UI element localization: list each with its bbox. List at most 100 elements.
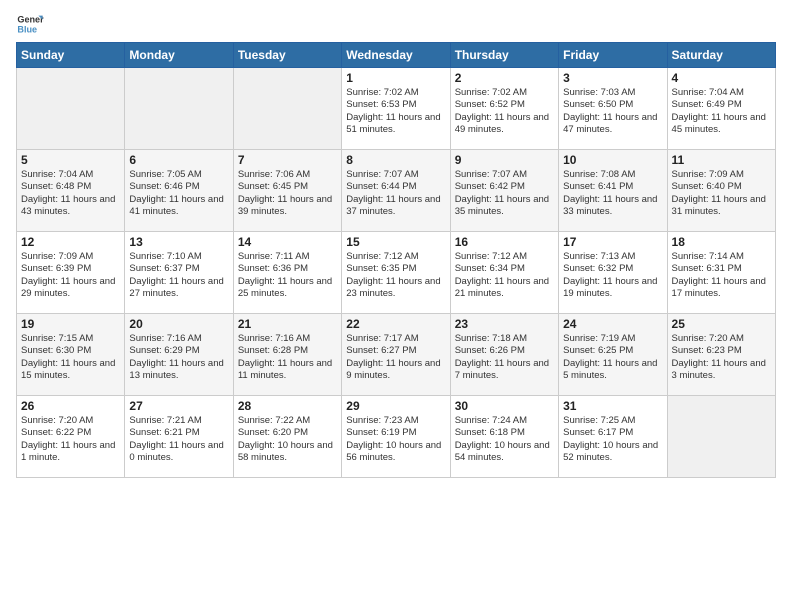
calendar-cell: 29Sunrise: 7:23 AM Sunset: 6:19 PM Dayli… (342, 396, 450, 478)
day-number: 1 (346, 71, 445, 85)
day-number: 27 (129, 399, 228, 413)
calendar-table: SundayMondayTuesdayWednesdayThursdayFrid… (16, 42, 776, 478)
day-number: 19 (21, 317, 120, 331)
calendar-header-friday: Friday (559, 43, 667, 68)
calendar-cell (233, 68, 341, 150)
day-info: Sunrise: 7:24 AM Sunset: 6:18 PM Dayligh… (455, 415, 554, 464)
page-container: General Blue SundayMondayTuesdayWednesda… (0, 0, 792, 486)
day-info: Sunrise: 7:02 AM Sunset: 6:52 PM Dayligh… (455, 87, 554, 136)
calendar-cell: 15 Sunrise: 7:12 AM Sunset: 6:35 PM Dayli… (342, 232, 450, 314)
logo-icon: General Blue (16, 10, 44, 38)
calendar-cell: 10Sunrise: 7:08 AM Sunset: 6:41 PM Dayli… (559, 150, 667, 232)
day-info: Sunrise: 7:05 AM Sunset: 6:46 PM Dayligh… (129, 169, 228, 218)
day-number: 25 (672, 317, 771, 331)
calendar-cell: 30 Sunrise: 7:24 AM Sunset: 6:18 PM Dayli… (450, 396, 558, 478)
calendar-cell: 6 Sunrise: 7:05 AM Sunset: 6:46 PM Daylig… (125, 150, 233, 232)
calendar-cell: 28Sunrise: 7:22 AM Sunset: 6:20 PM Dayli… (233, 396, 341, 478)
day-info: Sunrise: 7:04 AM Sunset: 6:49 PM Dayligh… (672, 87, 771, 136)
calendar-cell: 16Sunrise: 7:12 AM Sunset: 6:34 PM Dayli… (450, 232, 558, 314)
calendar-cell: 24Sunrise: 7:19 AM Sunset: 6:25 PM Dayli… (559, 314, 667, 396)
day-info: Sunrise: 7:02 AM Sunset: 6:53 PM Dayligh… (346, 87, 445, 136)
calendar-header-wednesday: Wednesday (342, 43, 450, 68)
day-info: Sunrise: 7:07 AM Sunset: 6:44 PM Dayligh… (346, 169, 445, 218)
day-number: 17 (563, 235, 662, 249)
day-info: Sunrise: 7:07 AM Sunset: 6:42 PM Dayligh… (455, 169, 554, 218)
day-info: Sunrise: 7:09 AM Sunset: 6:40 PM Dayligh… (672, 169, 771, 218)
day-number: 4 (672, 71, 771, 85)
day-number: 20 (129, 317, 228, 331)
calendar-cell: 25 Sunrise: 7:20 AM Sunset: 6:23 PM Dayli… (667, 314, 775, 396)
calendar-cell: 8 Sunrise: 7:07 AM Sunset: 6:44 PM Daylig… (342, 150, 450, 232)
calendar-cell (125, 68, 233, 150)
calendar-cell: 26 Sunrise: 7:20 AM Sunset: 6:22 PM Dayli… (17, 396, 125, 478)
day-number: 23 (455, 317, 554, 331)
calendar-cell: 4 Sunrise: 7:04 AM Sunset: 6:49 PM Daylig… (667, 68, 775, 150)
day-info: Sunrise: 7:15 AM Sunset: 6:30 PM Dayligh… (21, 333, 120, 382)
logo: General Blue (16, 10, 44, 38)
calendar-week-2: 5 Sunrise: 7:04 AM Sunset: 6:48 PM Daylig… (17, 150, 776, 232)
day-number: 10 (563, 153, 662, 167)
day-number: 28 (238, 399, 337, 413)
calendar-cell (17, 68, 125, 150)
day-number: 30 (455, 399, 554, 413)
calendar-cell: 1 Sunrise: 7:02 AM Sunset: 6:53 PM Daylig… (342, 68, 450, 150)
day-number: 13 (129, 235, 228, 249)
day-number: 22 (346, 317, 445, 331)
day-number: 5 (21, 153, 120, 167)
day-info: Sunrise: 7:16 AM Sunset: 6:28 PM Dayligh… (238, 333, 337, 382)
calendar-header-row: SundayMondayTuesdayWednesdayThursdayFrid… (17, 43, 776, 68)
calendar-cell: 11 Sunrise: 7:09 AM Sunset: 6:40 PM Dayli… (667, 150, 775, 232)
calendar-week-5: 26 Sunrise: 7:20 AM Sunset: 6:22 PM Dayli… (17, 396, 776, 478)
calendar-cell: 27 Sunrise: 7:21 AM Sunset: 6:21 PM Dayli… (125, 396, 233, 478)
calendar-header-saturday: Saturday (667, 43, 775, 68)
day-number: 26 (21, 399, 120, 413)
calendar-cell: 2 Sunrise: 7:02 AM Sunset: 6:52 PM Daylig… (450, 68, 558, 150)
day-number: 15 (346, 235, 445, 249)
calendar-header-monday: Monday (125, 43, 233, 68)
calendar-cell: 20 Sunrise: 7:16 AM Sunset: 6:29 PM Dayli… (125, 314, 233, 396)
day-number: 6 (129, 153, 228, 167)
calendar-header-sunday: Sunday (17, 43, 125, 68)
calendar-cell: 31 Sunrise: 7:25 AM Sunset: 6:17 PM Dayli… (559, 396, 667, 478)
day-number: 12 (21, 235, 120, 249)
day-info: Sunrise: 7:09 AM Sunset: 6:39 PM Dayligh… (21, 251, 120, 300)
day-info: Sunrise: 7:19 AM Sunset: 6:25 PM Dayligh… (563, 333, 662, 382)
day-info: Sunrise: 7:04 AM Sunset: 6:48 PM Dayligh… (21, 169, 120, 218)
day-info: Sunrise: 7:16 AM Sunset: 6:29 PM Dayligh… (129, 333, 228, 382)
day-info: Sunrise: 7:21 AM Sunset: 6:21 PM Dayligh… (129, 415, 228, 464)
day-info: Sunrise: 7:06 AM Sunset: 6:45 PM Dayligh… (238, 169, 337, 218)
calendar-cell (667, 396, 775, 478)
calendar-header-thursday: Thursday (450, 43, 558, 68)
day-info: Sunrise: 7:10 AM Sunset: 6:37 PM Dayligh… (129, 251, 228, 300)
day-number: 7 (238, 153, 337, 167)
calendar-week-3: 12 Sunrise: 7:09 AM Sunset: 6:39 PM Dayli… (17, 232, 776, 314)
calendar-cell: 14 Sunrise: 7:11 AM Sunset: 6:36 PM Dayli… (233, 232, 341, 314)
day-info: Sunrise: 7:12 AM Sunset: 6:35 PM Dayligh… (346, 251, 445, 300)
day-info: Sunrise: 7:03 AM Sunset: 6:50 PM Dayligh… (563, 87, 662, 136)
day-info: Sunrise: 7:23 AM Sunset: 6:19 PM Dayligh… (346, 415, 445, 464)
day-info: Sunrise: 7:17 AM Sunset: 6:27 PM Dayligh… (346, 333, 445, 382)
calendar-cell: 17 Sunrise: 7:13 AM Sunset: 6:32 PM Dayli… (559, 232, 667, 314)
day-number: 3 (563, 71, 662, 85)
day-number: 18 (672, 235, 771, 249)
day-info: Sunrise: 7:14 AM Sunset: 6:31 PM Dayligh… (672, 251, 771, 300)
day-info: Sunrise: 7:20 AM Sunset: 6:22 PM Dayligh… (21, 415, 120, 464)
calendar-cell: 9 Sunrise: 7:07 AM Sunset: 6:42 PM Daylig… (450, 150, 558, 232)
day-number: 14 (238, 235, 337, 249)
calendar-cell: 7 Sunrise: 7:06 AM Sunset: 6:45 PM Daylig… (233, 150, 341, 232)
day-number: 21 (238, 317, 337, 331)
day-info: Sunrise: 7:20 AM Sunset: 6:23 PM Dayligh… (672, 333, 771, 382)
calendar-week-1: 1 Sunrise: 7:02 AM Sunset: 6:53 PM Daylig… (17, 68, 776, 150)
day-info: Sunrise: 7:11 AM Sunset: 6:36 PM Dayligh… (238, 251, 337, 300)
day-number: 31 (563, 399, 662, 413)
day-info: Sunrise: 7:25 AM Sunset: 6:17 PM Dayligh… (563, 415, 662, 464)
day-info: Sunrise: 7:12 AM Sunset: 6:34 PM Dayligh… (455, 251, 554, 300)
calendar-cell: 13 Sunrise: 7:10 AM Sunset: 6:37 PM Dayli… (125, 232, 233, 314)
svg-text:Blue: Blue (17, 24, 37, 34)
day-number: 2 (455, 71, 554, 85)
day-number: 8 (346, 153, 445, 167)
day-info: Sunrise: 7:13 AM Sunset: 6:32 PM Dayligh… (563, 251, 662, 300)
day-number: 9 (455, 153, 554, 167)
day-number: 11 (672, 153, 771, 167)
calendar-header-tuesday: Tuesday (233, 43, 341, 68)
